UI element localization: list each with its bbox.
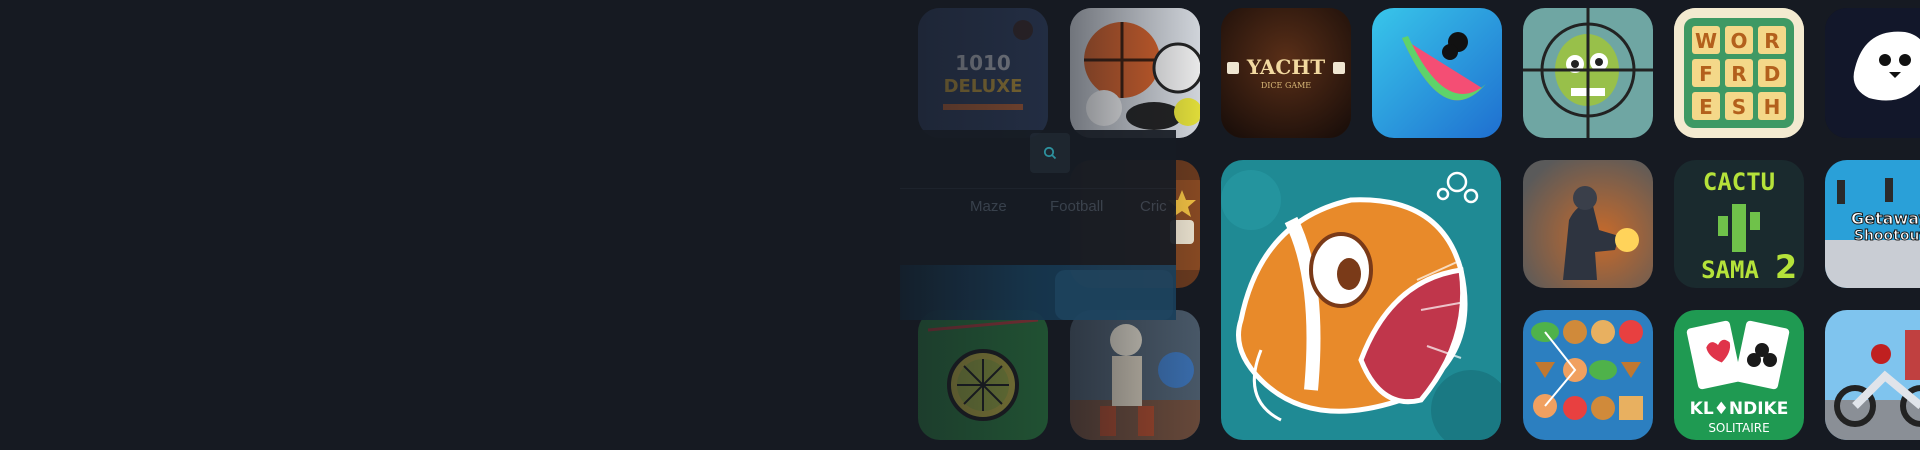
game-tile-getaway-shootout[interactable]: Getaway Shootout [1825,160,1920,288]
game-tile-lime[interactable] [918,310,1048,440]
tile-label: KL♦NDIKE [1690,399,1789,419]
game-tile-klondike[interactable]: KL♦NDIKE SOLITAIRE [1674,310,1804,440]
panel-footer-button[interactable] [1055,270,1173,320]
category-chip-maze[interactable]: Maze [970,198,1007,215]
category-chip-football[interactable]: Football [1050,198,1103,215]
tile-label: 1010 [955,51,1011,75]
tile-label: Getaway [1851,209,1920,228]
tile-sublabel: DICE GAME [1261,81,1311,90]
tile-sublabel: SAMA [1701,256,1759,284]
search-panel: Maze Football Cric [900,130,1176,320]
game-tile-cactu-sama-2[interactable]: CACTU SAMA 2 [1674,160,1804,288]
letter: D [1764,62,1781,86]
game-tile-fish-featured[interactable] [1221,160,1501,440]
search-icon [1043,146,1057,160]
letter: R [1731,62,1746,86]
game-tile-skeleton-warrior[interactable] [1070,310,1200,440]
search-button[interactable] [1030,133,1070,173]
game-tile-cookie-match[interactable] [1523,310,1653,440]
tile-label: YACHT [1246,55,1325,79]
game-tile-moto-rider[interactable] [1825,310,1920,440]
letter: F [1699,62,1713,86]
divider [900,188,1176,189]
tile-badge: 2 [1775,248,1797,286]
letter: H [1764,95,1781,119]
letter: S [1732,95,1746,119]
game-tile-white-bird[interactable] [1825,8,1920,138]
tile-sublabel: Shootout [1854,228,1920,244]
tile-sublabel: SOLITAIRE [1708,421,1769,435]
letter: R [1764,29,1779,53]
letter: E [1699,95,1713,119]
game-tile-watermelon[interactable] [1372,8,1502,138]
game-tile-yacht[interactable]: YACHT DICE GAME [1221,8,1351,138]
letter: O [1730,29,1747,53]
category-chip-cric[interactable]: Cric [1140,198,1167,215]
game-tile-word-fresh[interactable]: W O R F R D E S H [1674,8,1804,138]
letter: W [1695,29,1717,53]
game-tile-1010-deluxe[interactable]: 1010 DELUXE [918,8,1048,138]
game-tile-soldier-shooter[interactable] [1523,160,1653,288]
game-tile-zombie-sniper[interactable] [1523,8,1653,138]
tile-sublabel: DELUXE [944,76,1023,97]
game-tile-sports-balls[interactable] [1070,8,1200,138]
tile-label: CACTU [1703,168,1775,196]
